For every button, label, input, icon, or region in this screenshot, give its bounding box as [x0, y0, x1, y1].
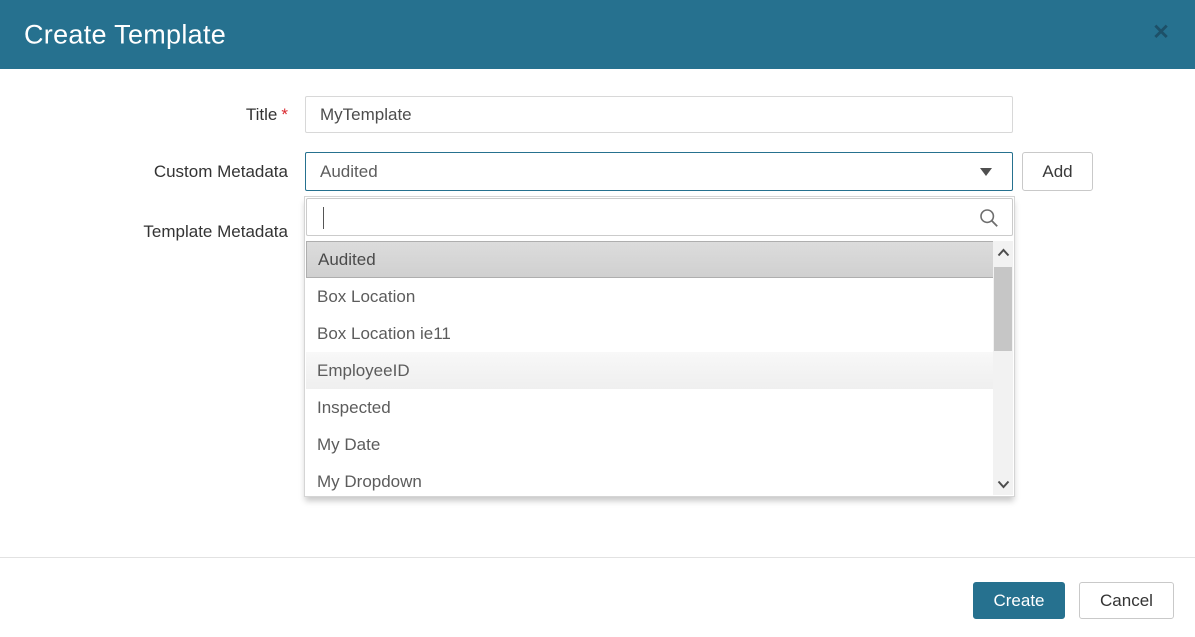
list-item[interactable]: My Date	[306, 426, 994, 463]
custom-metadata-dropdown-panel: Audited Box Location Box Location ie11 E…	[304, 196, 1015, 497]
create-button[interactable]: Create	[973, 582, 1065, 619]
dialog-header: Create Template ✕	[0, 0, 1195, 69]
dropdown-search-input[interactable]	[307, 199, 1012, 235]
scroll-down-icon[interactable]	[993, 473, 1013, 495]
list-item[interactable]: EmployeeID	[306, 352, 994, 389]
list-item[interactable]: Inspected	[306, 389, 994, 426]
footer-divider	[0, 557, 1195, 558]
dropdown-scrollbar[interactable]	[993, 241, 1013, 495]
list-item[interactable]: My Dropdown	[306, 463, 994, 495]
title-label: Title*	[246, 105, 288, 125]
dropdown-search-box[interactable]	[306, 198, 1013, 236]
dropdown-list: Audited Box Location Box Location ie11 E…	[306, 241, 994, 495]
custom-metadata-label: Custom Metadata	[154, 162, 288, 182]
required-asterisk: *	[281, 105, 288, 124]
custom-metadata-selected-value: Audited	[320, 162, 980, 182]
add-button[interactable]: Add	[1022, 152, 1093, 191]
create-template-dialog: Create Template ✕ Title* Custom Metadata…	[0, 0, 1195, 637]
scrollbar-thumb[interactable]	[994, 267, 1012, 351]
close-icon[interactable]: ✕	[1148, 19, 1174, 45]
chevron-down-icon	[980, 168, 992, 176]
dialog-title: Create Template	[24, 19, 226, 50]
list-item[interactable]: Box Location	[306, 278, 994, 315]
text-cursor	[323, 207, 324, 229]
list-item[interactable]: Box Location ie11	[306, 315, 994, 352]
cancel-button[interactable]: Cancel	[1079, 582, 1174, 619]
custom-metadata-select[interactable]: Audited	[305, 152, 1013, 191]
template-metadata-label: Template Metadata	[143, 222, 288, 242]
list-item[interactable]: Audited	[306, 241, 994, 278]
title-input[interactable]	[305, 96, 1013, 133]
search-icon	[979, 208, 999, 233]
title-label-text: Title	[246, 105, 278, 124]
scroll-up-icon[interactable]	[993, 241, 1013, 263]
